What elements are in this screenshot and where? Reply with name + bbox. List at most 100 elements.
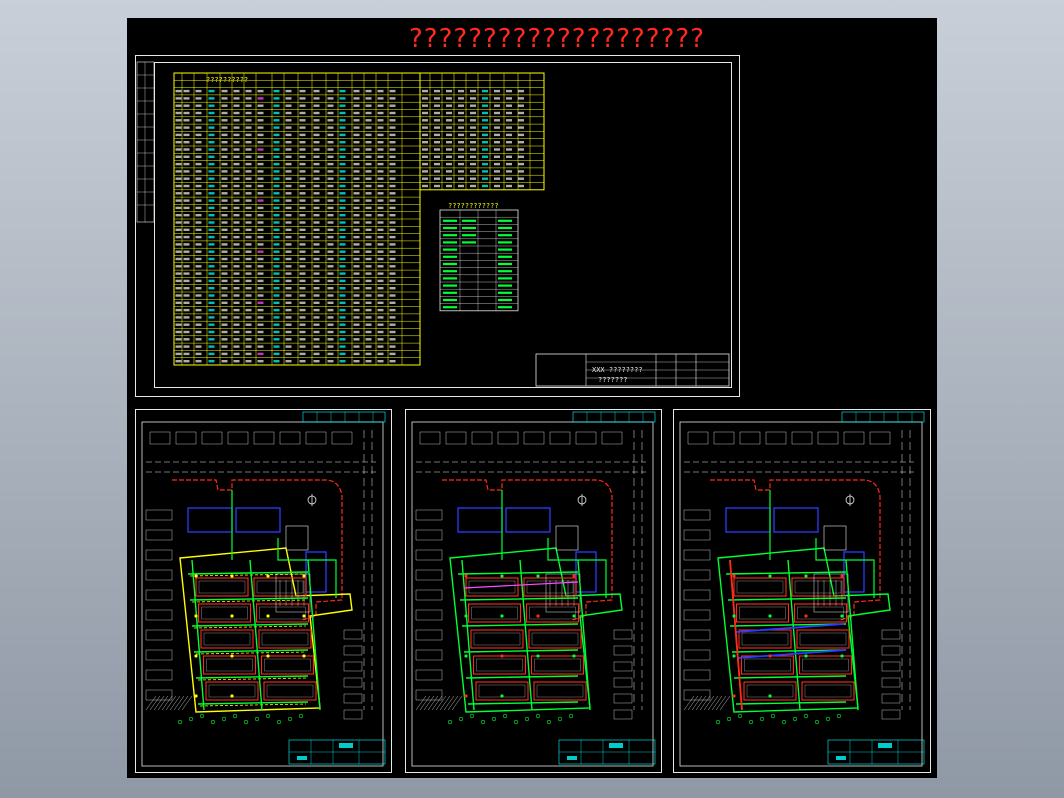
drawing-canvas[interactable]: ???????????????????? ?????????? ????????… xyxy=(127,18,937,778)
pipe-fitting xyxy=(194,614,198,618)
tree-symbol xyxy=(491,716,497,722)
tree-symbol xyxy=(825,716,831,722)
tree-symbol xyxy=(814,719,820,725)
pipe-fitting xyxy=(464,574,468,578)
legend-caption: ???????????? xyxy=(448,202,499,210)
tree-symbol xyxy=(243,719,249,725)
residential-block xyxy=(200,629,254,649)
residential-block xyxy=(467,603,522,623)
tree-symbol xyxy=(803,713,809,719)
residential-block xyxy=(197,603,252,623)
pipe-branch xyxy=(845,559,859,711)
tree-symbol xyxy=(557,716,563,722)
pipe-main xyxy=(463,649,579,653)
pipe-special xyxy=(463,581,579,589)
tree-symbol xyxy=(221,716,227,722)
pipe-fitting xyxy=(732,694,736,698)
pipe-main xyxy=(191,623,309,627)
tree-symbol xyxy=(276,719,282,725)
pipe-branch xyxy=(307,559,321,711)
pipe-fitting xyxy=(500,614,504,618)
pipe-branch xyxy=(577,559,591,711)
site-plan-1 xyxy=(141,411,386,767)
residential-block xyxy=(195,577,249,597)
pipe-main xyxy=(193,649,309,653)
residential-block xyxy=(735,603,790,623)
residential-block xyxy=(738,629,792,649)
pipe-main xyxy=(727,597,847,601)
pipe-fitting xyxy=(572,614,576,618)
residential-block xyxy=(533,681,587,701)
tree-symbol xyxy=(210,719,216,725)
tree-symbol xyxy=(265,713,271,719)
plan-sheet-1[interactable] xyxy=(135,409,392,773)
tree-symbol xyxy=(254,716,260,722)
pipe-branch xyxy=(249,559,263,711)
pipe-fitting xyxy=(804,654,808,658)
pipe-fitting xyxy=(266,574,270,578)
pipe-fitting xyxy=(230,614,234,618)
residential-block xyxy=(740,655,795,675)
tree-symbol xyxy=(715,719,721,725)
plan-sheet-3[interactable] xyxy=(673,409,931,773)
residential-block xyxy=(260,655,315,675)
tree-symbol xyxy=(792,716,798,722)
plan-sheet-2[interactable] xyxy=(405,409,662,773)
tree-symbol xyxy=(188,716,194,722)
pipe-fitting xyxy=(572,654,576,658)
residential-block xyxy=(798,655,853,675)
residential-block xyxy=(796,629,850,649)
table-caption: ?????????? xyxy=(206,76,249,84)
pipe-fitting xyxy=(536,654,540,658)
tree-symbol xyxy=(770,713,776,719)
pipe-main xyxy=(187,571,309,575)
pipe-fitting xyxy=(464,654,468,658)
building-2 xyxy=(235,507,281,533)
pipe-main xyxy=(195,675,309,679)
pipe-fitting xyxy=(572,574,576,578)
tree-symbol xyxy=(737,713,743,719)
tree-symbol xyxy=(502,713,508,719)
residential-block xyxy=(528,629,582,649)
building-1 xyxy=(725,507,771,533)
pipe-fitting xyxy=(768,694,772,698)
main-street xyxy=(416,461,646,473)
pipe-fitting xyxy=(194,574,198,578)
pipe-fitting xyxy=(536,574,540,578)
tree-symbol xyxy=(287,716,293,722)
pipe-main xyxy=(197,701,309,705)
pipe-main xyxy=(733,675,847,679)
pipe-fitting xyxy=(536,614,540,618)
margin-strip xyxy=(136,61,155,223)
pipe-main xyxy=(467,701,579,705)
pipe-branch xyxy=(787,559,801,711)
tree-symbol xyxy=(469,713,475,719)
tree-symbol xyxy=(513,719,519,725)
tree-symbol xyxy=(535,713,541,719)
pipe-main xyxy=(725,571,847,575)
tree-symbol xyxy=(458,716,464,722)
tree-symbol xyxy=(199,713,205,719)
pipe-main xyxy=(189,597,309,601)
site-plan-2 xyxy=(411,411,656,767)
plan-header-table xyxy=(841,411,925,423)
pipe-fitting xyxy=(194,654,198,658)
pipe-main xyxy=(461,623,579,627)
pipe-main xyxy=(459,597,579,601)
main-street xyxy=(146,461,376,473)
pipe-fitting xyxy=(768,654,772,658)
title-block-row: XXX ???????? xyxy=(592,366,643,374)
tree-symbol xyxy=(836,713,842,719)
residential-block xyxy=(258,629,312,649)
tree-symbol xyxy=(546,719,552,725)
pipe-fitting xyxy=(732,654,736,658)
residential-block xyxy=(801,681,855,701)
pipe-fitting xyxy=(302,614,306,618)
pipe-fitting xyxy=(840,574,844,578)
tree-symbol xyxy=(298,713,304,719)
drawing-title: ???????????????????? xyxy=(409,24,705,54)
site-plan-3 xyxy=(679,411,925,767)
pipe-fitting xyxy=(302,574,306,578)
residential-block xyxy=(263,681,317,701)
building-2 xyxy=(505,507,551,533)
